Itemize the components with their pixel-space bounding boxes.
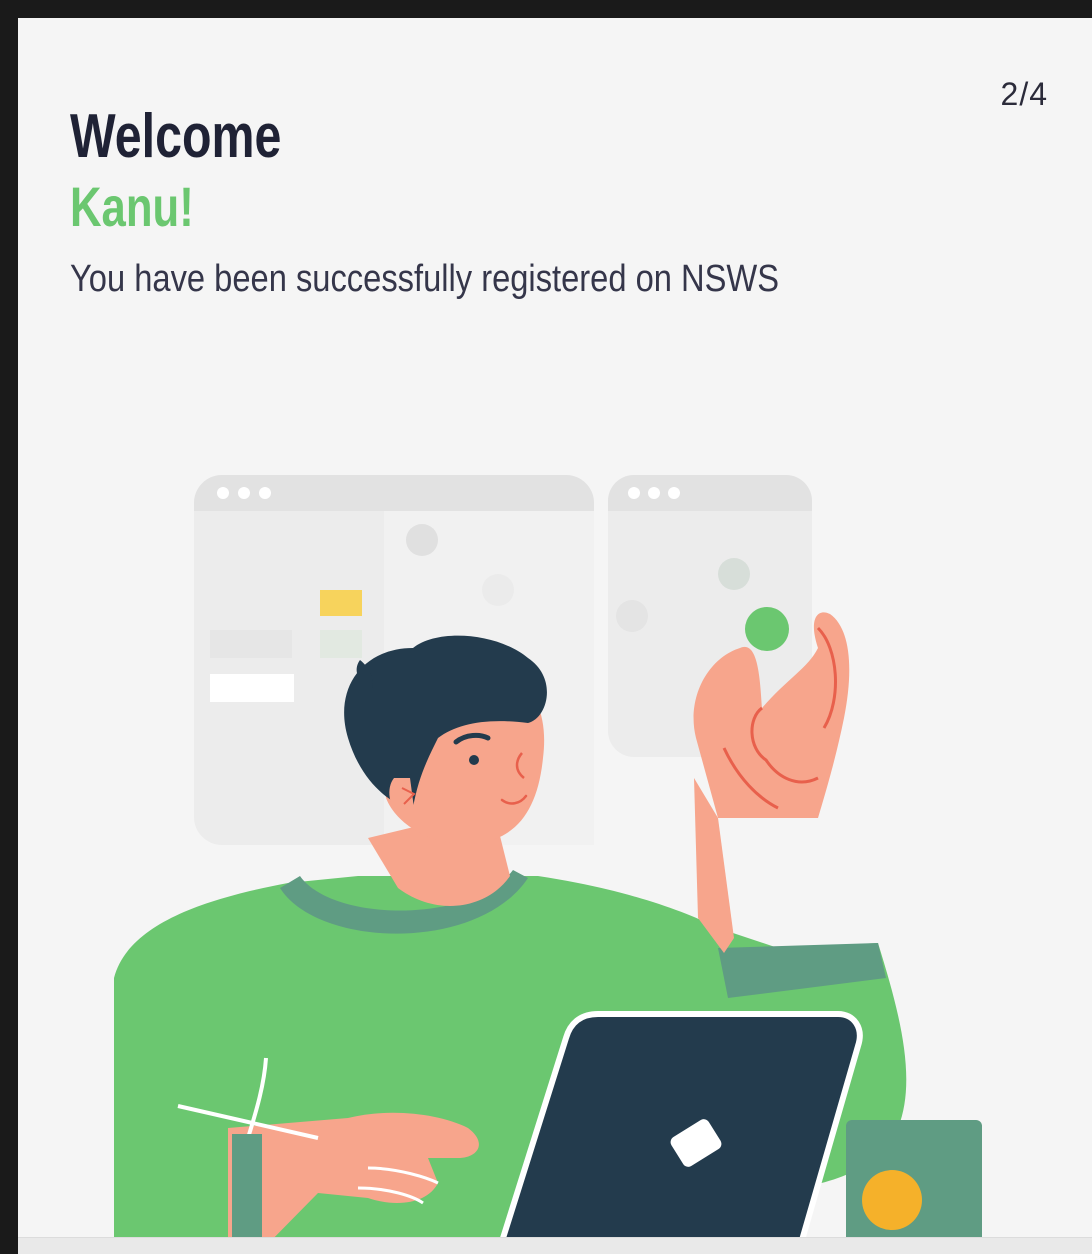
person-with-laptop-illustration bbox=[114, 475, 982, 1254]
onboarding-screen: 2/4 Welcome Kanu! You have been successf… bbox=[18, 18, 1092, 1254]
mug-icon bbox=[846, 1120, 982, 1254]
bottom-bar bbox=[18, 1237, 1092, 1254]
